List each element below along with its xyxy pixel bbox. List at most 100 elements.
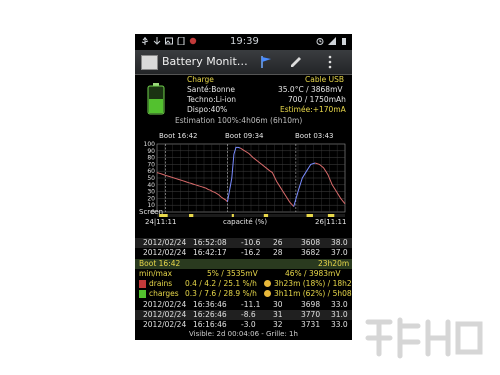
battery-level-icon (147, 83, 165, 115)
screen-on-segment (306, 214, 313, 217)
log-voltage: 3682 (301, 248, 321, 257)
log-time: 16:36:46 (193, 300, 227, 309)
charge-label: Charge (187, 75, 214, 84)
action-bar: Battery Monit… (135, 50, 352, 75)
overflow-menu-icon[interactable] (327, 55, 333, 69)
cable-label: Cable USB (305, 75, 345, 84)
signal-icon (328, 37, 336, 45)
image-icon (165, 37, 173, 45)
minmax-row: min/max 5% / 3535mV 46% / 3983mV (135, 269, 352, 279)
log-temp: 33.0 (331, 300, 348, 309)
log-date: 2012/02/24 (143, 310, 187, 319)
dispo-value: Estimée:+170mA (280, 105, 346, 114)
log-time: 16:52:08 (193, 238, 227, 247)
log-time: 17:02:08 (193, 228, 227, 237)
charges-right: 3h11m (62%) / 5h08m (274, 289, 352, 298)
boot-duration: 23h20m (318, 259, 350, 268)
log-date: 2012/02/24 (143, 228, 187, 237)
app-title: Battery Monit… (162, 55, 248, 68)
x-axis-left: 24|11:11 (145, 218, 177, 226)
drains-mid: 0.4 / 4.2 / 25.1 %/h (185, 279, 257, 288)
drains-row: drains 0.4 / 4.2 / 25.1 %/h 3h23m (18%) … (135, 279, 352, 289)
drains-icon (139, 280, 146, 288)
history-log[interactable]: 2012/02/24 17:02:08 -9.0 25 3746 30.0 20… (135, 228, 352, 340)
status-time: 19:39 (230, 36, 259, 47)
log-voltage: 3746 (301, 228, 321, 237)
charges-mid: 0.3 / 7.6 / 28.9 %/h (185, 289, 257, 298)
clock-icon (264, 280, 271, 287)
table-row: 2012/02/24 16:26:46 -8.6 31 3770 31.0 (135, 310, 352, 320)
drains-right: 3h23m (18%) / 18h20m (274, 279, 352, 288)
log-time: 16:42:17 (193, 248, 227, 257)
log-current: -8.6 (241, 310, 256, 319)
screen-strip (157, 214, 345, 217)
status-bar: 19:39 (135, 34, 352, 50)
minmax-label: min/max (139, 269, 173, 278)
estimation-label: Estimation 100%:4h06m (6h10m) (175, 116, 303, 125)
boot-row: Boot 16:42 23h20m (135, 259, 352, 269)
drains-label: drains (149, 279, 173, 288)
log-level: 31 (273, 310, 283, 319)
sante-value: 35.0°C / 3868mV (278, 85, 343, 94)
sd-card-icon (177, 37, 185, 45)
log-voltage: 3731 (301, 320, 321, 329)
log-date: 2012/02/24 (143, 300, 187, 309)
battery-info-panel: Charge Cable USB Santé:Bonne 35.0°C / 38… (135, 75, 352, 132)
app-icon[interactable] (141, 55, 158, 70)
log-current: -3.0 (241, 320, 256, 329)
log-level: 32 (273, 320, 283, 329)
table-row: 2012/02/24 16:36:46 -11.1 30 3698 33.0 (135, 300, 352, 310)
visible-range-label: Visible: 2d 00:04:06 - Grille: 1h (189, 330, 298, 338)
x-axis-right: 26|11:11 (315, 218, 347, 226)
log-voltage: 3698 (301, 300, 321, 309)
screen-on-segment (231, 214, 234, 217)
log-temp: 30.0 (331, 228, 348, 237)
table-row: 2012/02/24 16:52:08 -10.6 26 3608 38.0 (135, 238, 352, 248)
alarm-icon (316, 38, 324, 45)
clock-icon (264, 290, 271, 297)
log-temp: 38.0 (331, 238, 348, 247)
x-axis-title: capacité (%) (223, 218, 268, 226)
chart-plot: 1009080706050403020100 (144, 141, 346, 217)
minmax-mid: 5% / 3535mV (207, 269, 258, 278)
log-date: 2012/02/24 (143, 238, 187, 247)
log-temp: 31.0 (331, 310, 348, 319)
charges-icon (139, 290, 146, 298)
table-row: 2012/02/24 16:16:46 -3.0 32 3731 33.0 (135, 320, 352, 330)
log-temp: 33.0 (331, 320, 348, 329)
log-time: 16:16:46 (193, 320, 227, 329)
log-temp: 37.0 (331, 248, 348, 257)
log-voltage: 3770 (301, 310, 321, 319)
log-current: -10.6 (241, 238, 261, 247)
watermark-logo (365, 317, 483, 359)
table-row: 2012/02/24 17:02:08 -9.0 25 3746 30.0 (135, 228, 352, 238)
log-current: -9.0 (241, 228, 256, 237)
log-current: -16.2 (241, 248, 261, 257)
phone-screen: 19:39 Battery Monit… Charge Cable USB Sa… (135, 34, 352, 340)
log-level: 28 (273, 248, 283, 257)
log-current: -11.1 (241, 300, 261, 309)
screen-on-segment (189, 214, 194, 217)
minmax-right: 46% / 3983mV (285, 269, 341, 278)
flag-icon[interactable] (259, 55, 273, 69)
chart-x-axis: Screen 24|11:11 capacité (%) 26|11:11 (135, 208, 352, 228)
log-level: 30 (273, 300, 283, 309)
dispo-label: Dispo:40% (187, 105, 228, 114)
screen-on-segment (263, 214, 269, 217)
table-row: 2012/02/24 16:42:17 -16.2 28 3682 37.0 (135, 248, 352, 258)
log-level: 25 (273, 228, 283, 237)
capacity-chart[interactable]: Boot 16:42 Boot 09:34 Boot 03:43 100 90 80… (135, 132, 352, 226)
log-date: 2012/02/24 (143, 320, 187, 329)
techno-value: 700 / 1750mAh (288, 95, 346, 104)
screen-on-segment (327, 214, 335, 217)
boot-label: Boot 16:42 (139, 259, 181, 268)
record-icon (189, 37, 197, 45)
log-date: 2012/02/24 (143, 248, 187, 257)
edit-pencil-icon[interactable] (289, 55, 303, 69)
charges-label: charges (149, 289, 179, 298)
log-voltage: 3608 (301, 238, 321, 247)
charges-row: charges 0.3 / 7.6 / 28.9 %/h 3h11m (62%)… (135, 289, 352, 299)
log-level: 26 (273, 238, 283, 247)
techno-label: Techno:Li-ion (187, 95, 237, 104)
log-time: 16:26:46 (193, 310, 227, 319)
